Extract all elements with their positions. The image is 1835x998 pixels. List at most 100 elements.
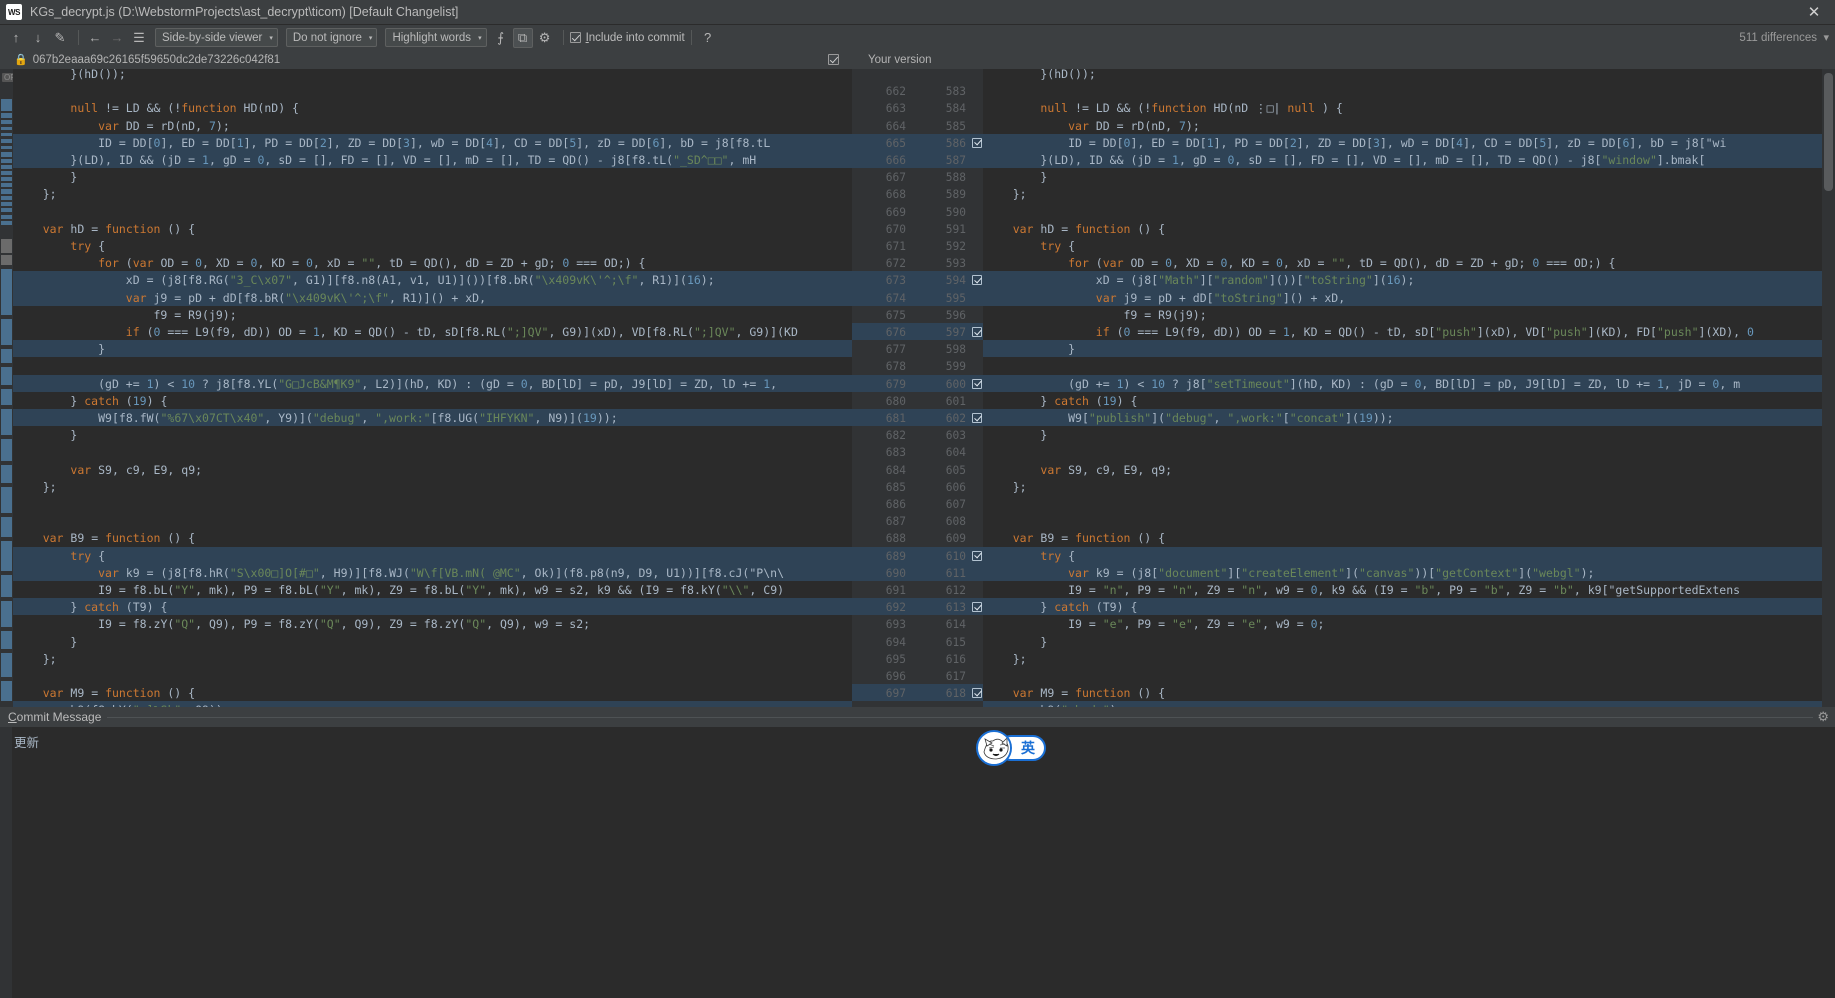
highlight-mode-select[interactable]: Highlight words ▾ xyxy=(385,28,487,47)
diff-marker[interactable] xyxy=(1,196,12,200)
gutter-row[interactable]: 669 590 xyxy=(852,203,983,220)
diff-marker[interactable] xyxy=(1,120,12,124)
diff-marker[interactable] xyxy=(1,255,12,265)
code-line[interactable] xyxy=(983,495,1822,512)
code-line[interactable]: var DD = rD(nD, 7); xyxy=(13,117,852,134)
diff-marker[interactable] xyxy=(1,159,12,163)
code-line[interactable]: var B9 = function () { xyxy=(13,529,852,546)
code-line[interactable]: var S9, c9, E9, q9; xyxy=(983,461,1822,478)
diff-marker[interactable] xyxy=(1,133,12,136)
code-line[interactable] xyxy=(13,203,852,220)
close-icon[interactable]: ✕ xyxy=(1803,3,1825,22)
code-line[interactable]: for (var OD = 0, XD = 0, KD = 0, xD = ""… xyxy=(983,254,1822,271)
diff-marker[interactable] xyxy=(1,409,12,435)
include-into-commit-checkbox[interactable]: Include into commit xyxy=(569,32,685,44)
code-line[interactable]: if (0 === L9(f9, dD)) OD = 1, KD = QD() … xyxy=(13,323,852,340)
code-line[interactable]: null != LD && (!function HD(nD ⋮□| null … xyxy=(983,99,1822,116)
accept-change-checkbox[interactable] xyxy=(972,378,982,389)
gutter-row[interactable]: 693 614 xyxy=(852,615,983,632)
gutter-row[interactable]: 674 595 xyxy=(852,288,983,306)
code-line[interactable] xyxy=(13,82,852,99)
code-line[interactable]: } xyxy=(983,633,1822,650)
code-line[interactable]: }(LD), ID && (jD = 1, gD = 0, sD = [], F… xyxy=(13,151,852,169)
gutter-row[interactable]: 692613↵ xyxy=(852,598,983,616)
code-line[interactable]: xD = (j8["Math"]["random"]())["toString"… xyxy=(983,271,1822,289)
gutter-row[interactable]: 666 587 xyxy=(852,151,983,169)
code-line[interactable] xyxy=(983,443,1822,460)
code-line[interactable]: ID = DD[0], ED = DD[1], PD = DD[2], ZD =… xyxy=(13,133,852,151)
gutter-row[interactable]: 690 611 xyxy=(852,563,983,581)
gutter-row[interactable]: 689610↵ xyxy=(852,546,983,564)
diff-marker[interactable] xyxy=(1,165,12,169)
accept-change-checkbox[interactable] xyxy=(972,602,982,613)
gutter-row[interactable]: 672 593 xyxy=(852,254,983,271)
diff-marker[interactable] xyxy=(1,171,12,175)
code-line[interactable]: try { xyxy=(983,237,1822,254)
code-line[interactable] xyxy=(983,82,1822,99)
gutter-row[interactable]: 697618↵ xyxy=(852,684,983,702)
ignore-policy-select[interactable]: Do not ignore ▾ xyxy=(285,28,378,47)
previous-difference-icon[interactable]: ↑ xyxy=(6,28,26,48)
code-line[interactable]: var DD = rD(nD, 7); xyxy=(983,117,1822,134)
differences-menu-icon[interactable]: ▾ xyxy=(1823,31,1829,44)
synchronize-scroll-icon[interactable]: ⧉ xyxy=(512,27,533,48)
gutter-row[interactable]: 682 603 xyxy=(852,426,983,443)
gutter-row[interactable]: 678 599 xyxy=(852,357,983,374)
code-line[interactable]: }; xyxy=(983,650,1822,667)
code-line[interactable]: } catch (T9) { xyxy=(13,598,852,616)
diff-marker[interactable] xyxy=(1,439,12,461)
code-line[interactable]: if (0 === L9(f9, dD)) OD = 1, KD = QD() … xyxy=(983,323,1822,340)
code-line[interactable]: var j9 = pD + dD["toString"]() + xD, xyxy=(983,288,1822,306)
diff-marker[interactable] xyxy=(1,465,12,483)
code-line[interactable]: } xyxy=(983,426,1822,443)
code-line[interactable] xyxy=(983,512,1822,529)
diff-marker[interactable] xyxy=(1,202,12,206)
diff-marker[interactable] xyxy=(1,575,12,597)
code-line[interactable]: var M9 = function () { xyxy=(983,684,1822,701)
gutter-row[interactable]: 680 601 xyxy=(852,392,983,409)
gutter-row[interactable]: 686 607 xyxy=(852,495,983,512)
code-line[interactable]: W9[f8.fW("%67\x07CT\x40", Y9)]("debug", … xyxy=(13,409,852,427)
code-line[interactable]: null != LD && (!function HD(nD) { xyxy=(13,99,852,116)
diff-marker[interactable] xyxy=(1,113,12,118)
code-line[interactable]: } xyxy=(13,633,852,650)
navigate-back-icon[interactable]: ← xyxy=(85,28,105,48)
diff-marker[interactable] xyxy=(1,681,12,701)
code-line[interactable] xyxy=(13,495,852,512)
accept-change-checkbox[interactable] xyxy=(972,327,982,337)
viewer-mode-select[interactable]: Side-by-side viewer ▾ xyxy=(155,28,278,47)
gutter-row[interactable]: 662 583 xyxy=(852,82,983,99)
diff-marker[interactable] xyxy=(1,269,12,315)
code-line[interactable]: }; xyxy=(983,185,1822,202)
code-line[interactable]: ID = DD[0], ED = DD[1], PD = DD[2], ZD =… xyxy=(983,133,1822,151)
code-line[interactable]: var S9, c9, E9, q9; xyxy=(13,461,852,478)
code-line[interactable]: var j9 = pD + dD[f8.bR("\x409vK\'^;\f", … xyxy=(13,288,852,306)
code-line[interactable]: f9 = R9(j9); xyxy=(983,306,1822,323)
left-diff-marker-strip[interactable]: OFF xyxy=(0,69,13,707)
gear-icon[interactable]: ⚙ xyxy=(535,28,555,48)
diff-marker[interactable] xyxy=(1,517,12,537)
diff-marker[interactable] xyxy=(1,541,12,571)
gutter-row[interactable]: 668 589 xyxy=(852,185,983,202)
diff-marker[interactable] xyxy=(1,208,12,212)
code-line[interactable]: } catch (T9) { xyxy=(983,598,1822,616)
diff-marker[interactable] xyxy=(1,99,12,111)
code-line[interactable]: try { xyxy=(13,546,852,564)
gutter-row[interactable]: 670 591 xyxy=(852,220,983,237)
code-line[interactable]: var M9 = function () { xyxy=(13,684,852,701)
code-line[interactable]: I9 = f8.bL("Y", mk), P9 = f8.bL("Y", mk)… xyxy=(13,581,852,598)
navigate-forward-icon[interactable]: → xyxy=(107,28,127,48)
diff-marker[interactable] xyxy=(1,601,12,627)
diff-marker[interactable] xyxy=(1,146,12,149)
accept-change-checkbox[interactable] xyxy=(972,413,982,423)
diff-marker[interactable] xyxy=(1,221,12,225)
edit-source-icon[interactable]: ✎ xyxy=(50,28,70,48)
gutter-row[interactable]: 687 608 xyxy=(852,512,983,529)
code-line[interactable]: }(LD), ID && (jD = 1, gD = 0, sD = [], F… xyxy=(983,151,1822,169)
gutter-row[interactable]: 663 584 xyxy=(852,99,983,116)
gutter-row[interactable]: 688 609 xyxy=(852,529,983,546)
gutter-row[interactable]: 677 598 xyxy=(852,340,983,357)
code-line[interactable]: }; xyxy=(13,185,852,202)
code-line[interactable]: var hD = function () { xyxy=(13,220,852,237)
code-line[interactable]: try { xyxy=(983,546,1822,564)
